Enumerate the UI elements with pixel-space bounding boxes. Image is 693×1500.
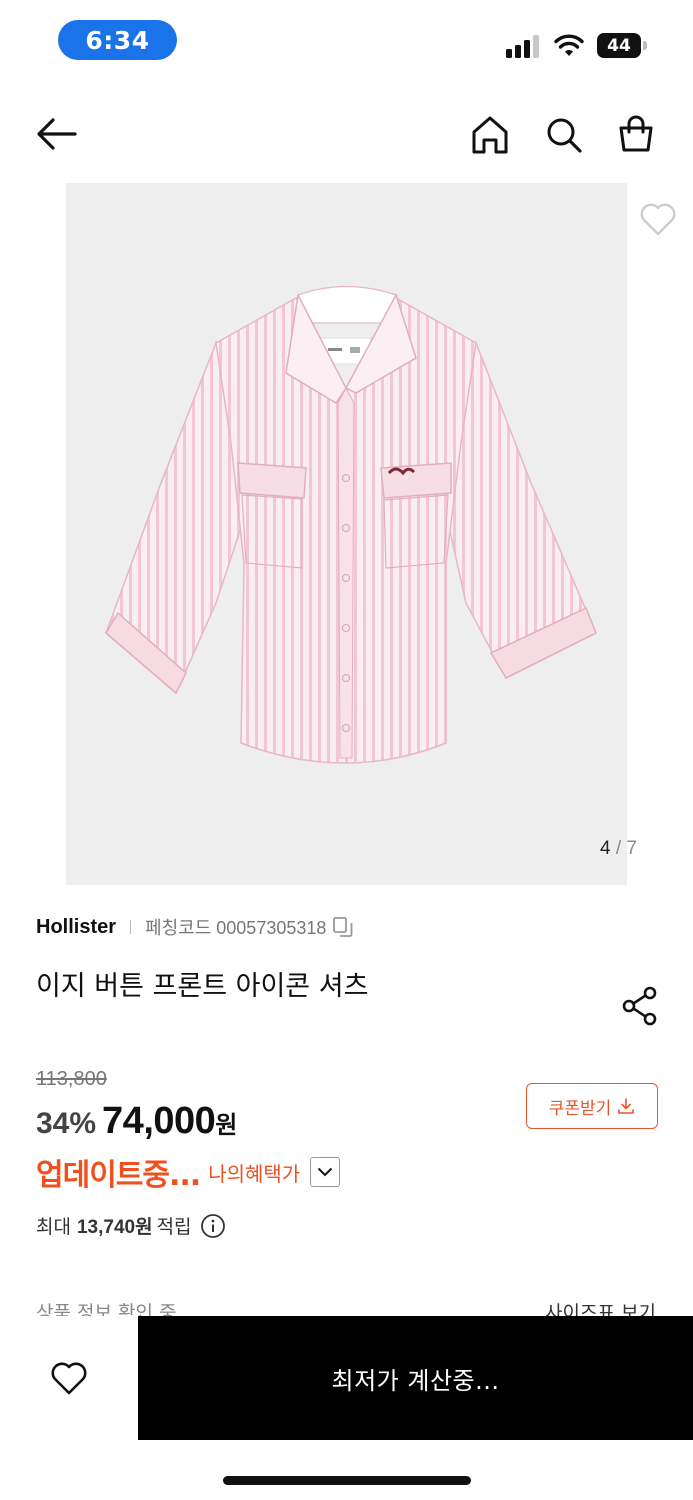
points-amount: 13,740원	[76, 1217, 153, 1238]
back-button[interactable]	[32, 112, 82, 156]
search-icon	[547, 118, 582, 153]
points-suffix: 적립	[156, 1216, 192, 1238]
cart-button[interactable]	[614, 112, 658, 156]
chevron-down-icon	[317, 1167, 333, 1177]
benefit-price-updating: 업데이트중...	[36, 1158, 201, 1193]
brand-name[interactable]: Hollister	[36, 916, 116, 939]
product-title: 이지 버튼 프론트 아이콘 셔츠	[36, 971, 369, 1002]
product-image	[105, 285, 597, 764]
download-icon	[618, 1098, 635, 1114]
heart-outline-icon[interactable]	[638, 200, 678, 238]
my-benefit-label: 나의혜택가	[208, 1161, 301, 1186]
product-info-checking: 상품 정보 확인 중...	[36, 1302, 195, 1316]
image-counter-separator: /	[615, 838, 622, 859]
wishlist-button[interactable]	[0, 1316, 138, 1440]
partially-hidden-row: 상품 정보 확인 중... 사이즈표 보기	[0, 1298, 693, 1316]
fetching-code: 페칭코드 00057305318	[145, 918, 327, 938]
share-icon[interactable]	[620, 985, 660, 1027]
original-price: 113,800	[36, 1068, 107, 1090]
sale-price: 74,000	[102, 1100, 216, 1142]
bottom-action-bar: 최저가 계산중...	[0, 1316, 693, 1500]
info-icon[interactable]	[200, 1213, 226, 1239]
divider	[130, 920, 132, 934]
status-bar: 6:34 44	[0, 0, 693, 80]
discount-rate: 34%	[36, 1107, 97, 1140]
battery-icon: 44	[597, 33, 647, 58]
currency-unit: 원	[215, 1112, 238, 1139]
benefit-dropdown-button[interactable]	[310, 1157, 341, 1187]
home-button[interactable]	[468, 113, 512, 157]
benefit-row: 업데이트중... 나의혜택가	[36, 1150, 341, 1194]
buy-button[interactable]: 최저가 계산중...	[138, 1316, 693, 1440]
signal-icon	[506, 34, 542, 58]
coupon-label: 쿠폰받기	[548, 1098, 612, 1119]
home-icon	[472, 116, 508, 154]
points-prefix: 최대	[36, 1216, 71, 1238]
back-arrow-icon	[37, 118, 77, 150]
image-counter-current: 4	[600, 838, 611, 859]
heart-outline-icon	[51, 1362, 87, 1395]
search-button[interactable]	[542, 113, 586, 157]
battery-level: 44	[597, 33, 641, 58]
price-row: 34% 74,000 원	[36, 1100, 237, 1143]
copy-icon[interactable]	[332, 916, 354, 938]
product-image-gallery[interactable]	[66, 183, 627, 885]
image-counter-total: 7	[626, 838, 637, 859]
size-chart-link[interactable]: 사이즈표 보기	[545, 1298, 656, 1316]
coupon-button[interactable]: 쿠폰받기	[526, 1083, 658, 1129]
brand-row: Hollister 페칭코드 00057305318	[36, 912, 354, 942]
points-row: 최대 13,740원 적립	[36, 1212, 226, 1239]
home-indicator	[223, 1476, 471, 1485]
status-time: 6:34	[58, 20, 177, 60]
image-counter: 4 / 7	[600, 838, 637, 860]
wifi-icon	[554, 34, 584, 56]
shopping-bag-icon	[619, 115, 653, 152]
